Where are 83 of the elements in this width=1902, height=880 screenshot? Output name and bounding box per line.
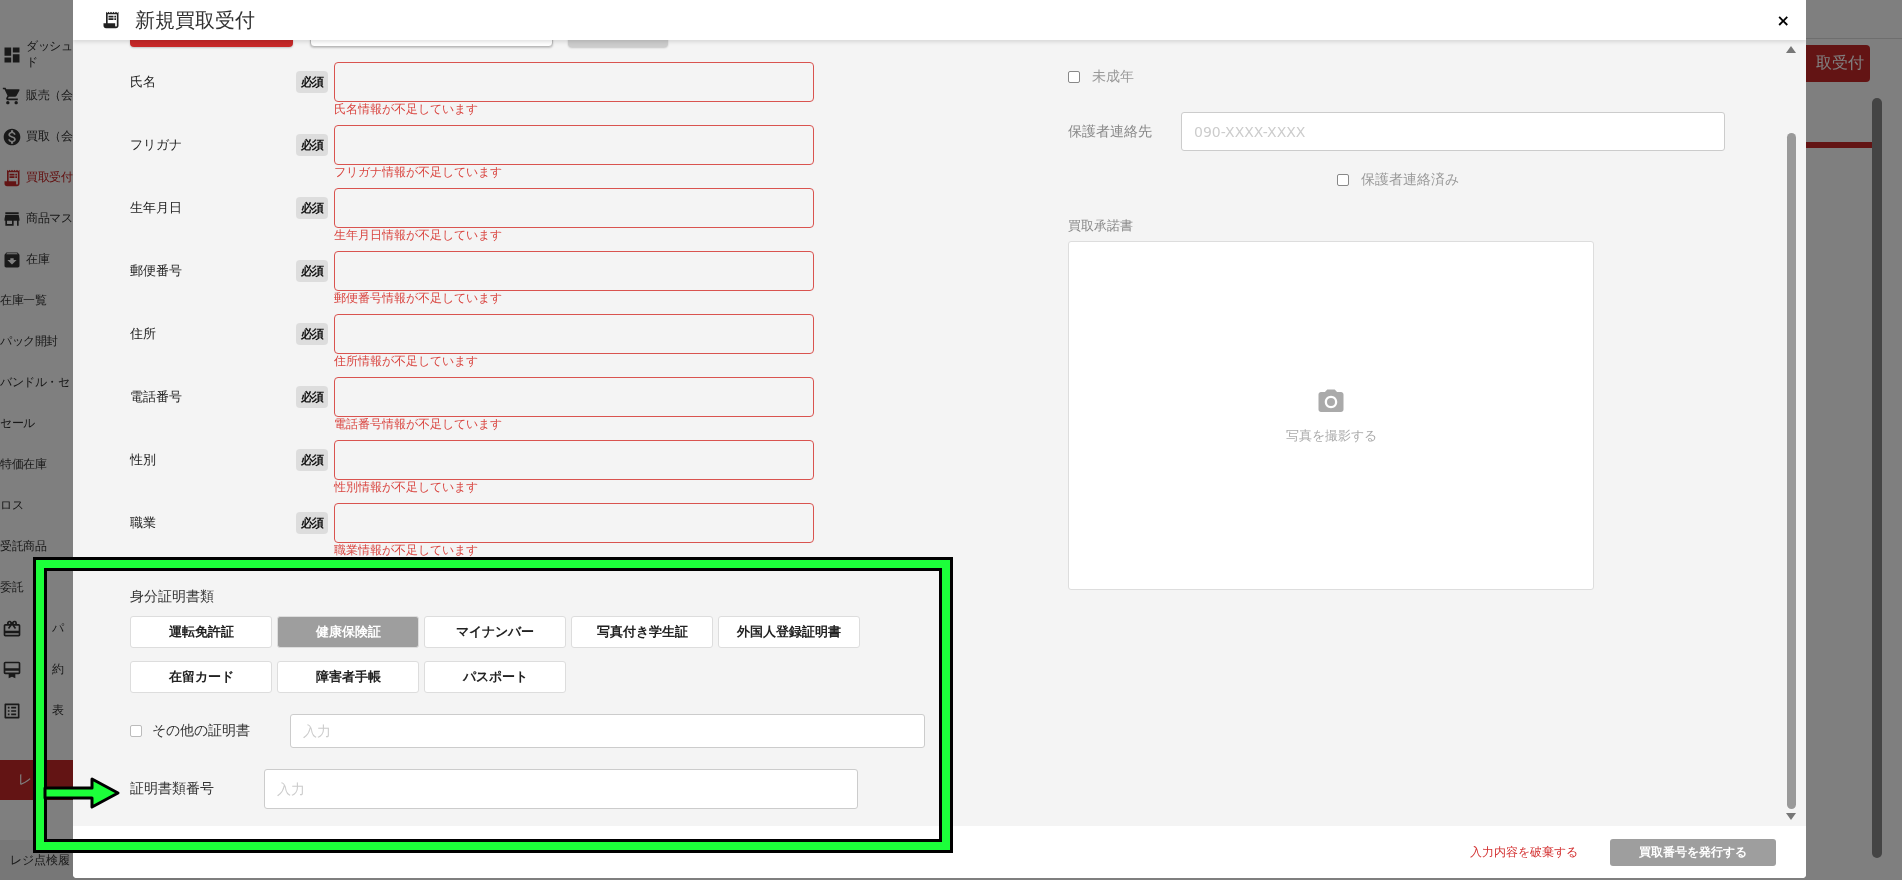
- sidebar-item[interactable]: 委託: [0, 579, 23, 596]
- required-badge: 必須: [296, 260, 328, 282]
- scrollbar-thumb[interactable]: [1786, 133, 1796, 809]
- scroll-up-icon[interactable]: [1786, 46, 1796, 53]
- input-field[interactable]: [334, 188, 814, 228]
- checkbox[interactable]: [1337, 174, 1349, 186]
- sidebar-item[interactable]: 在庫: [26, 251, 49, 268]
- sidebar-item[interactable]: 買取受付: [26, 169, 72, 186]
- error-message: 氏名情報が不足しています: [334, 102, 478, 117]
- required-badge: 必須: [296, 71, 328, 93]
- input-field[interactable]: [334, 440, 814, 480]
- close-button[interactable]: ×: [1776, 10, 1790, 30]
- field-label: 生年月日: [130, 199, 183, 217]
- field-label: 氏名: [130, 73, 157, 91]
- menu-icon: [2, 126, 22, 147]
- input-field[interactable]: [334, 125, 814, 165]
- sidebar-item[interactable]: 買取（会: [26, 128, 72, 145]
- scroll-down-icon[interactable]: [1786, 813, 1796, 820]
- menu-icon: [2, 85, 22, 106]
- field-label: 買取承諾書: [1068, 217, 1133, 235]
- field-label: 保護者連絡先: [1068, 122, 1153, 141]
- discard-link[interactable]: 入力内容を破棄する: [1470, 843, 1578, 861]
- issue-number-button[interactable]: 買取番号を発行する: [1610, 838, 1776, 866]
- photo-upload-area[interactable]: 写真を撮影する: [1068, 241, 1594, 590]
- id-type-option[interactable]: 障害者手帳: [277, 661, 419, 693]
- field-label: 電話番号: [130, 388, 183, 406]
- photo-prompt: 写真を撮影する: [1285, 426, 1377, 445]
- sidebar-item[interactable]: 商品マス: [26, 210, 72, 227]
- dialog-title: 新規買取受付: [135, 6, 255, 34]
- sidebar-item[interactable]: パ: [52, 620, 64, 637]
- sidebar-item[interactable]: ロス: [0, 497, 23, 514]
- id-type-option[interactable]: 外国人登録証明書: [718, 616, 860, 648]
- checkbox[interactable]: [130, 725, 142, 737]
- required-badge: 必須: [296, 197, 328, 219]
- id-type-option[interactable]: 在留カード: [130, 661, 272, 693]
- checkbox[interactable]: [1068, 71, 1080, 83]
- input-field[interactable]: [334, 503, 814, 543]
- required-badge: 必須: [296, 386, 328, 408]
- id-type-option[interactable]: 写真付き学生証: [571, 616, 713, 648]
- error-message: 住所情報が不足しています: [334, 354, 478, 369]
- sidebar-item[interactable]: 在庫一覧: [0, 292, 46, 309]
- checkbox-label: その他の証明書: [152, 722, 251, 740]
- error-message: 性別情報が不足しています: [334, 480, 478, 495]
- receipt-icon: [101, 10, 121, 30]
- id-type-option[interactable]: マイナンバー: [424, 616, 566, 648]
- checkbox-label: 未成年: [1092, 68, 1134, 86]
- required-badge: 必須: [296, 323, 328, 345]
- required-badge: 必須: [296, 512, 328, 534]
- field-label: フリガナ: [130, 136, 183, 154]
- error-message: 郵便番号情報が不足しています: [334, 291, 502, 306]
- sidebar-item[interactable]: 表: [52, 702, 64, 719]
- input-field[interactable]: [334, 251, 814, 291]
- id-type-option[interactable]: パスポート: [424, 661, 566, 693]
- sidebar-item[interactable]: ダッシュド: [26, 38, 73, 71]
- menu-icon: [2, 167, 22, 188]
- menu-icon: [2, 618, 22, 639]
- input-field[interactable]: [334, 62, 814, 102]
- scrollbar[interactable]: [1872, 98, 1882, 858]
- sidebar-item[interactable]: 特価在庫: [0, 456, 46, 473]
- id-type-option[interactable]: 運転免許証: [130, 616, 272, 648]
- sidebar-item[interactable]: バンドル・セ: [0, 374, 69, 391]
- sidebar-item[interactable]: セール: [0, 415, 35, 432]
- error-message: 生年月日情報が不足しています: [334, 228, 502, 243]
- sidebar-item[interactable]: 約: [52, 661, 64, 678]
- sidebar-item[interactable]: パック開封: [0, 333, 58, 350]
- error-message: 職業情報が不足しています: [334, 543, 478, 558]
- error-message: フリガナ情報が不足しています: [334, 165, 502, 180]
- checkbox-label: 保護者連絡済み: [1361, 171, 1459, 189]
- field-label: 郵便番号: [130, 262, 183, 280]
- sidebar-item[interactable]: 販売（会: [26, 87, 72, 104]
- sidebar-item[interactable]: 受託商品: [0, 538, 46, 555]
- field-label: 性別: [130, 451, 157, 469]
- error-message: 電話番号情報が不足しています: [334, 417, 502, 432]
- required-badge: 必須: [296, 134, 328, 156]
- input-field[interactable]: [334, 314, 814, 354]
- section-title: 身分証明書類: [130, 588, 215, 606]
- field-label: 職業: [130, 514, 157, 532]
- field-label: 住所: [130, 325, 157, 343]
- required-badge: 必須: [296, 449, 328, 471]
- id-type-option[interactable]: 健康保険証: [277, 616, 419, 648]
- input-field[interactable]: [334, 377, 814, 417]
- menu-icon: [2, 659, 22, 680]
- field-label: 証明書類番号: [130, 780, 215, 798]
